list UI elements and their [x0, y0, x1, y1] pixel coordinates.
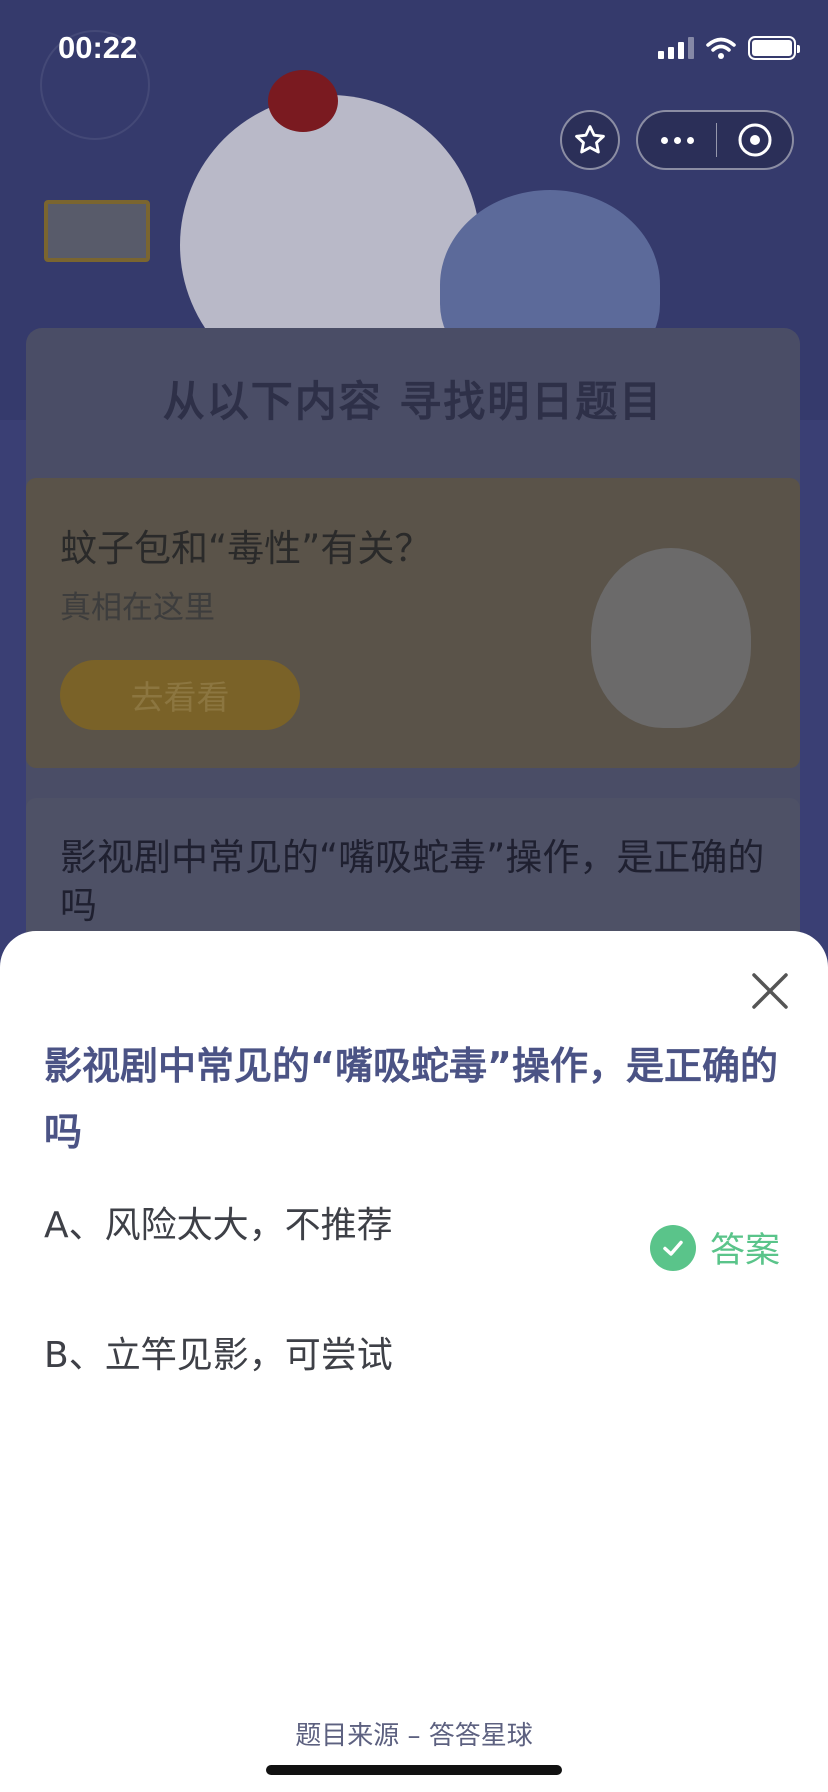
- promo-question: 蚊子包和“毒性”有关？: [60, 527, 432, 570]
- signal-icon: [658, 37, 694, 59]
- star-button[interactable]: [560, 110, 620, 170]
- option-b-label: B、立竿见影，可尝试: [44, 1335, 393, 1376]
- status-icons: [658, 36, 800, 60]
- promo-card[interactable]: 蚊子包和“毒性”有关？ 真相在这里 去看看: [26, 478, 800, 768]
- status-bar: 00:22: [0, 0, 828, 100]
- medal-board-icon: [44, 200, 150, 262]
- wifi-icon: [706, 37, 736, 59]
- answer-tag: 答案: [649, 1222, 780, 1273]
- capsule-close-button[interactable]: [717, 112, 792, 168]
- go-see-button[interactable]: 去看看: [60, 660, 300, 730]
- answer-label: 答案: [709, 1231, 780, 1271]
- promo-subtitle: 真相在这里: [60, 590, 215, 626]
- option-a-label: A、风险太大，不推荐: [44, 1205, 393, 1246]
- home-indicator[interactable]: [266, 1765, 562, 1775]
- question-source: 题目来源 – 答答星球: [295, 1721, 533, 1751]
- status-time: 00:22: [58, 30, 138, 65]
- option-b[interactable]: B、立竿见影，可尝试: [44, 1322, 784, 1382]
- sheet-question: 影视剧中常见的“嘴吸蛇毒”操作，是正确的吗: [44, 1044, 778, 1154]
- capsule-menu: [636, 110, 794, 170]
- close-x-icon[interactable]: [750, 971, 790, 1011]
- battery-icon: [748, 36, 800, 60]
- more-button[interactable]: [638, 112, 716, 168]
- star-icon: [575, 125, 605, 154]
- confused-chick-illustration: [591, 548, 751, 728]
- close-circle-icon: [738, 123, 771, 157]
- card-title: 从以下内容 寻找明日题目: [162, 377, 664, 426]
- question-card-text: 影视剧中常见的“嘴吸蛇毒”操作，是正确的吗: [60, 836, 765, 927]
- check-icon: [649, 1224, 696, 1271]
